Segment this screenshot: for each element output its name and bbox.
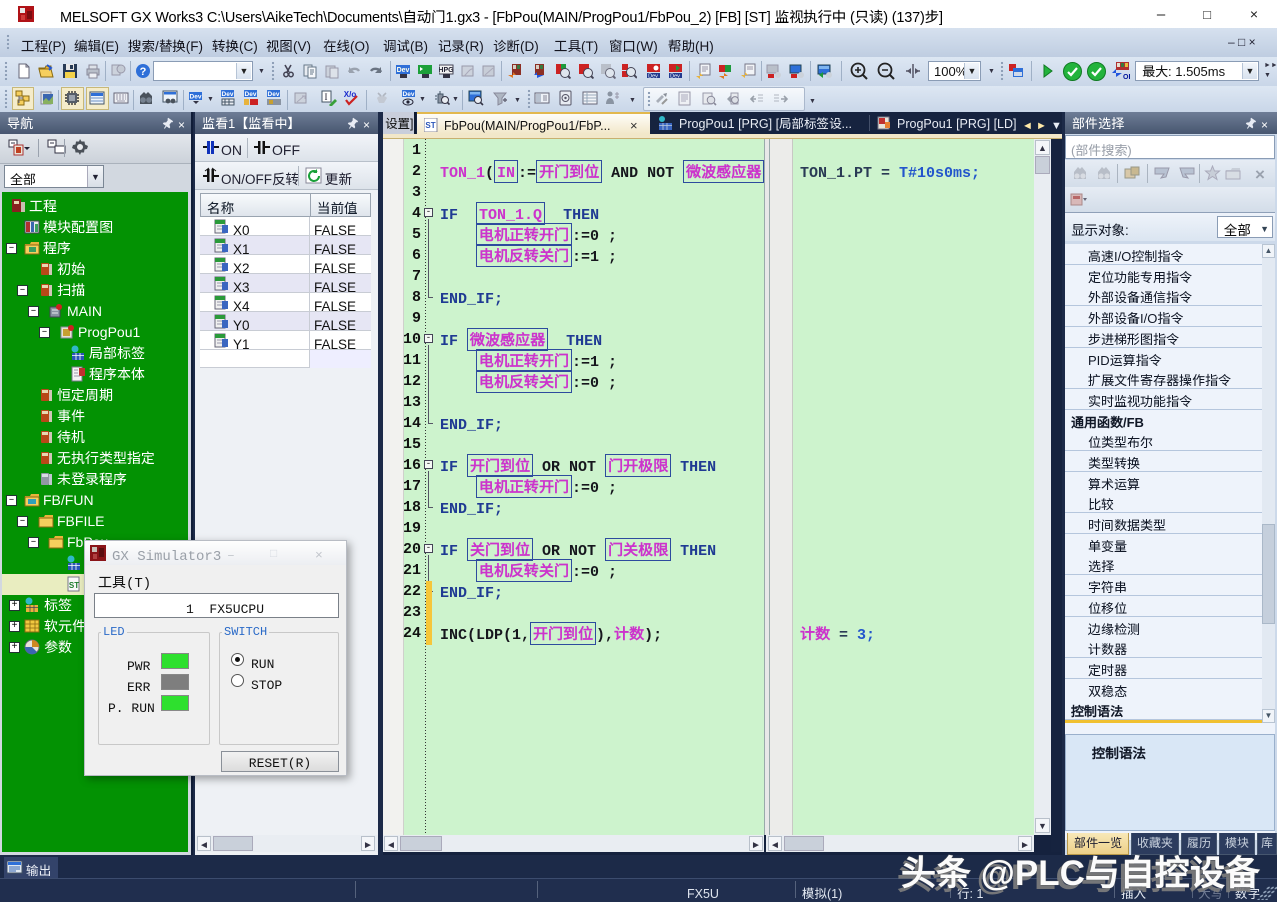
svg-text:Dev: Dev xyxy=(670,74,680,80)
svg-text:Dev: Dev xyxy=(403,91,415,98)
svg-text:Dev: Dev xyxy=(190,94,202,101)
svg-text:?: ? xyxy=(140,66,147,78)
svg-text:Dev: Dev xyxy=(245,91,257,98)
svg-text:HPG: HPG xyxy=(439,67,454,74)
svg-text:Dev: Dev xyxy=(397,67,410,74)
svg-text:ST: ST xyxy=(425,121,435,130)
svg-text:Dev: Dev xyxy=(648,74,658,80)
svg-text:I: I xyxy=(325,92,328,102)
svg-text:Dev: Dev xyxy=(268,91,280,98)
svg-text:OK: OK xyxy=(1123,74,1130,81)
svg-text:ST: ST xyxy=(69,581,79,590)
svg-text:Dev: Dev xyxy=(222,91,234,98)
